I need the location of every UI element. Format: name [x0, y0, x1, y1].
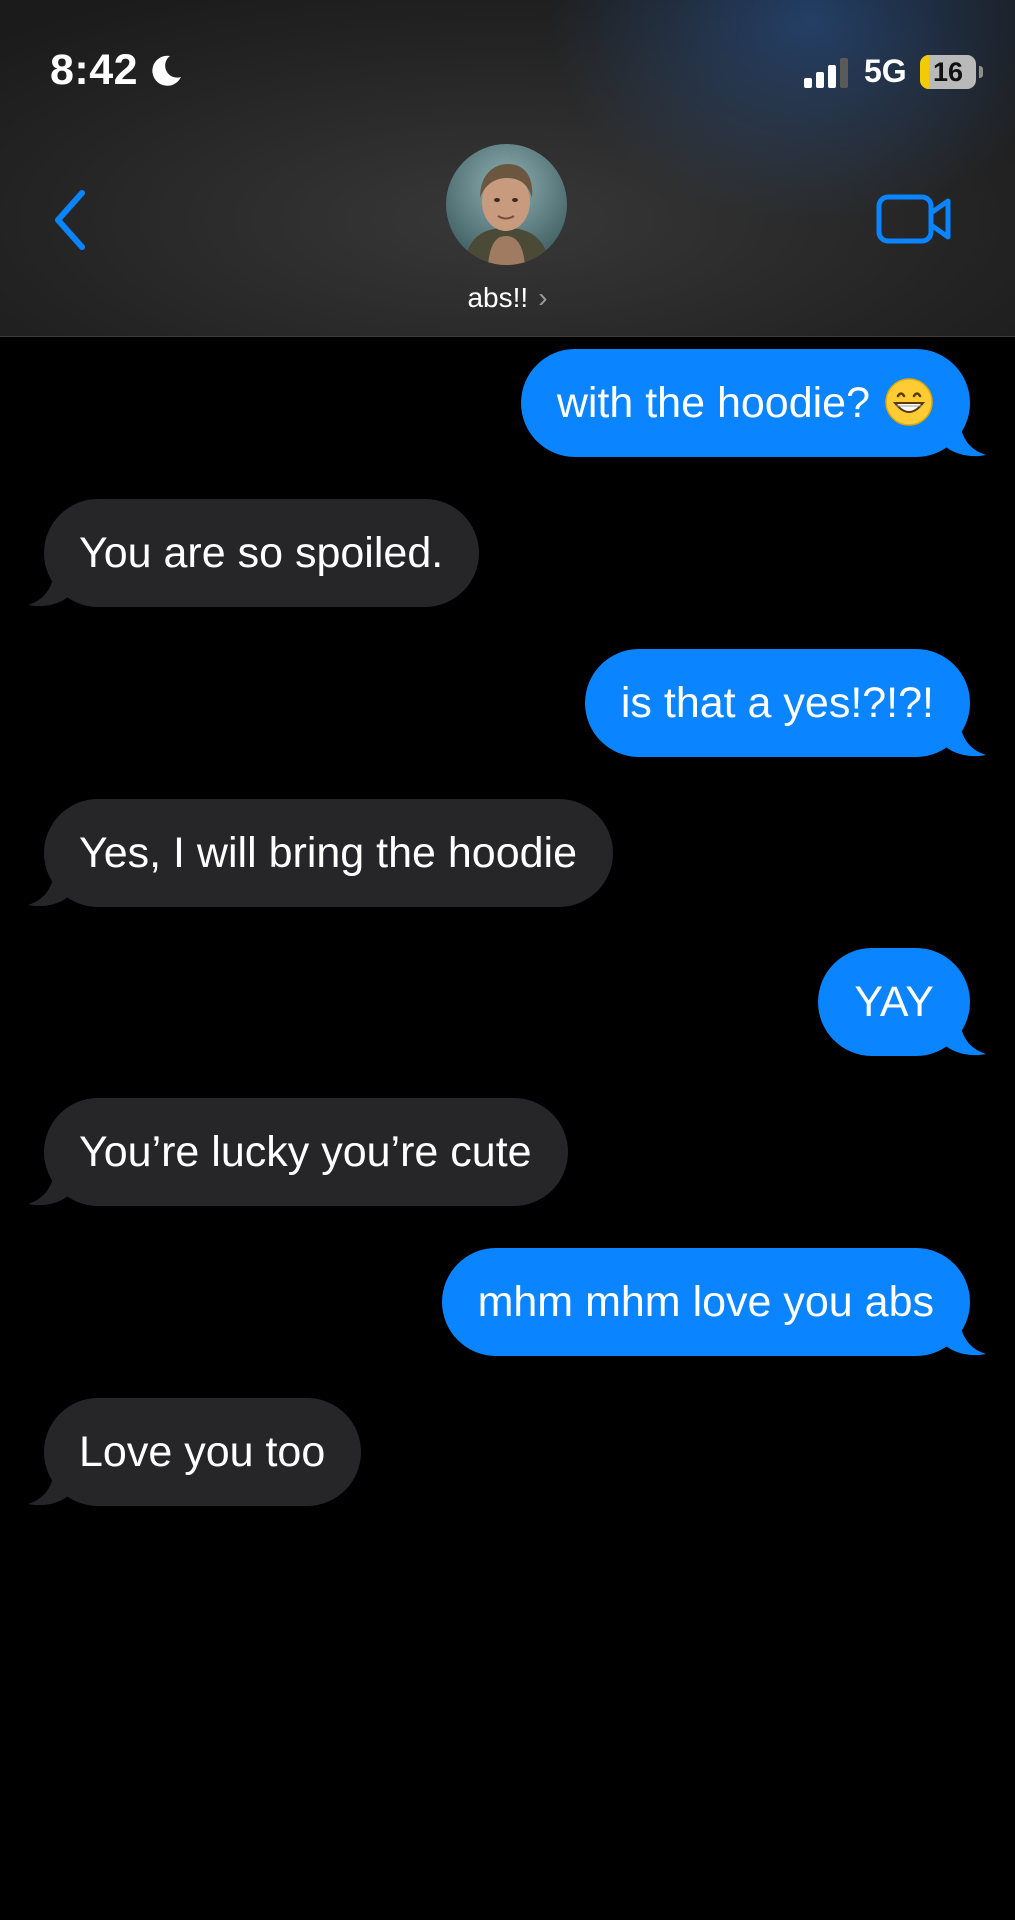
- message-text: Love you too: [79, 1428, 326, 1476]
- avatar-image: [446, 144, 567, 265]
- message-bubble-sent[interactable]: with the hoodie?: [520, 349, 986, 457]
- message-bubble-sent[interactable]: is that a yes!?!?!: [584, 649, 986, 757]
- contact-name: abs!!: [467, 282, 529, 313]
- signal-icon: [804, 58, 848, 88]
- message-text: is that a yes!?!?!: [620, 679, 934, 727]
- message-bubble-sent[interactable]: mhm mhm love you abs: [441, 1248, 986, 1356]
- message-bubble-received[interactable]: You are so spoiled.: [28, 499, 480, 607]
- conversation-header: 8:42 5G 16 abs!! ›: [0, 0, 1015, 337]
- message-text: with the hoodie?: [556, 379, 870, 427]
- message-bubble-sent[interactable]: YAY: [818, 948, 986, 1056]
- video-camera-icon: [876, 194, 951, 244]
- message-bubble-received[interactable]: You’re lucky you’re cute: [28, 1098, 568, 1206]
- bubble-tail: [946, 1010, 986, 1056]
- message-text: You’re lucky you’re cute: [79, 1128, 532, 1176]
- bubble-tail: [28, 561, 68, 607]
- message-text: mhm mhm love you abs: [477, 1278, 934, 1326]
- contact-avatar[interactable]: [446, 144, 567, 265]
- chevron-left-icon: [55, 190, 85, 250]
- bubble-tail: [946, 411, 986, 457]
- moon-icon: [152, 55, 181, 86]
- video-call-button[interactable]: [876, 192, 952, 246]
- contact-name-button[interactable]: abs!! ›: [0, 282, 1015, 314]
- chevron-right-icon: ›: [538, 282, 548, 313]
- battery-nub: [979, 66, 983, 78]
- message-text: You are so spoiled.: [79, 529, 444, 577]
- message-bubble-received[interactable]: Yes, I will bring the hoodie: [28, 799, 614, 907]
- bubble-tail: [28, 1160, 68, 1206]
- message-text: Yes, I will bring the hoodie: [79, 829, 578, 877]
- bubble-tail: [946, 711, 986, 757]
- network-type: 5G: [864, 53, 907, 89]
- bubble-tail: [28, 1460, 68, 1506]
- message-text: YAY: [854, 978, 934, 1026]
- grinning-face-emoji-icon: [885, 377, 933, 426]
- message-bubble-received[interactable]: Love you too: [28, 1398, 362, 1506]
- bubble-tail: [28, 861, 68, 907]
- bubble-tail: [946, 1310, 986, 1356]
- battery-percent: 16: [932, 57, 964, 87]
- back-button[interactable]: [44, 185, 98, 255]
- battery-indicator: 16: [920, 55, 976, 89]
- status-time: 8:42: [50, 46, 139, 94]
